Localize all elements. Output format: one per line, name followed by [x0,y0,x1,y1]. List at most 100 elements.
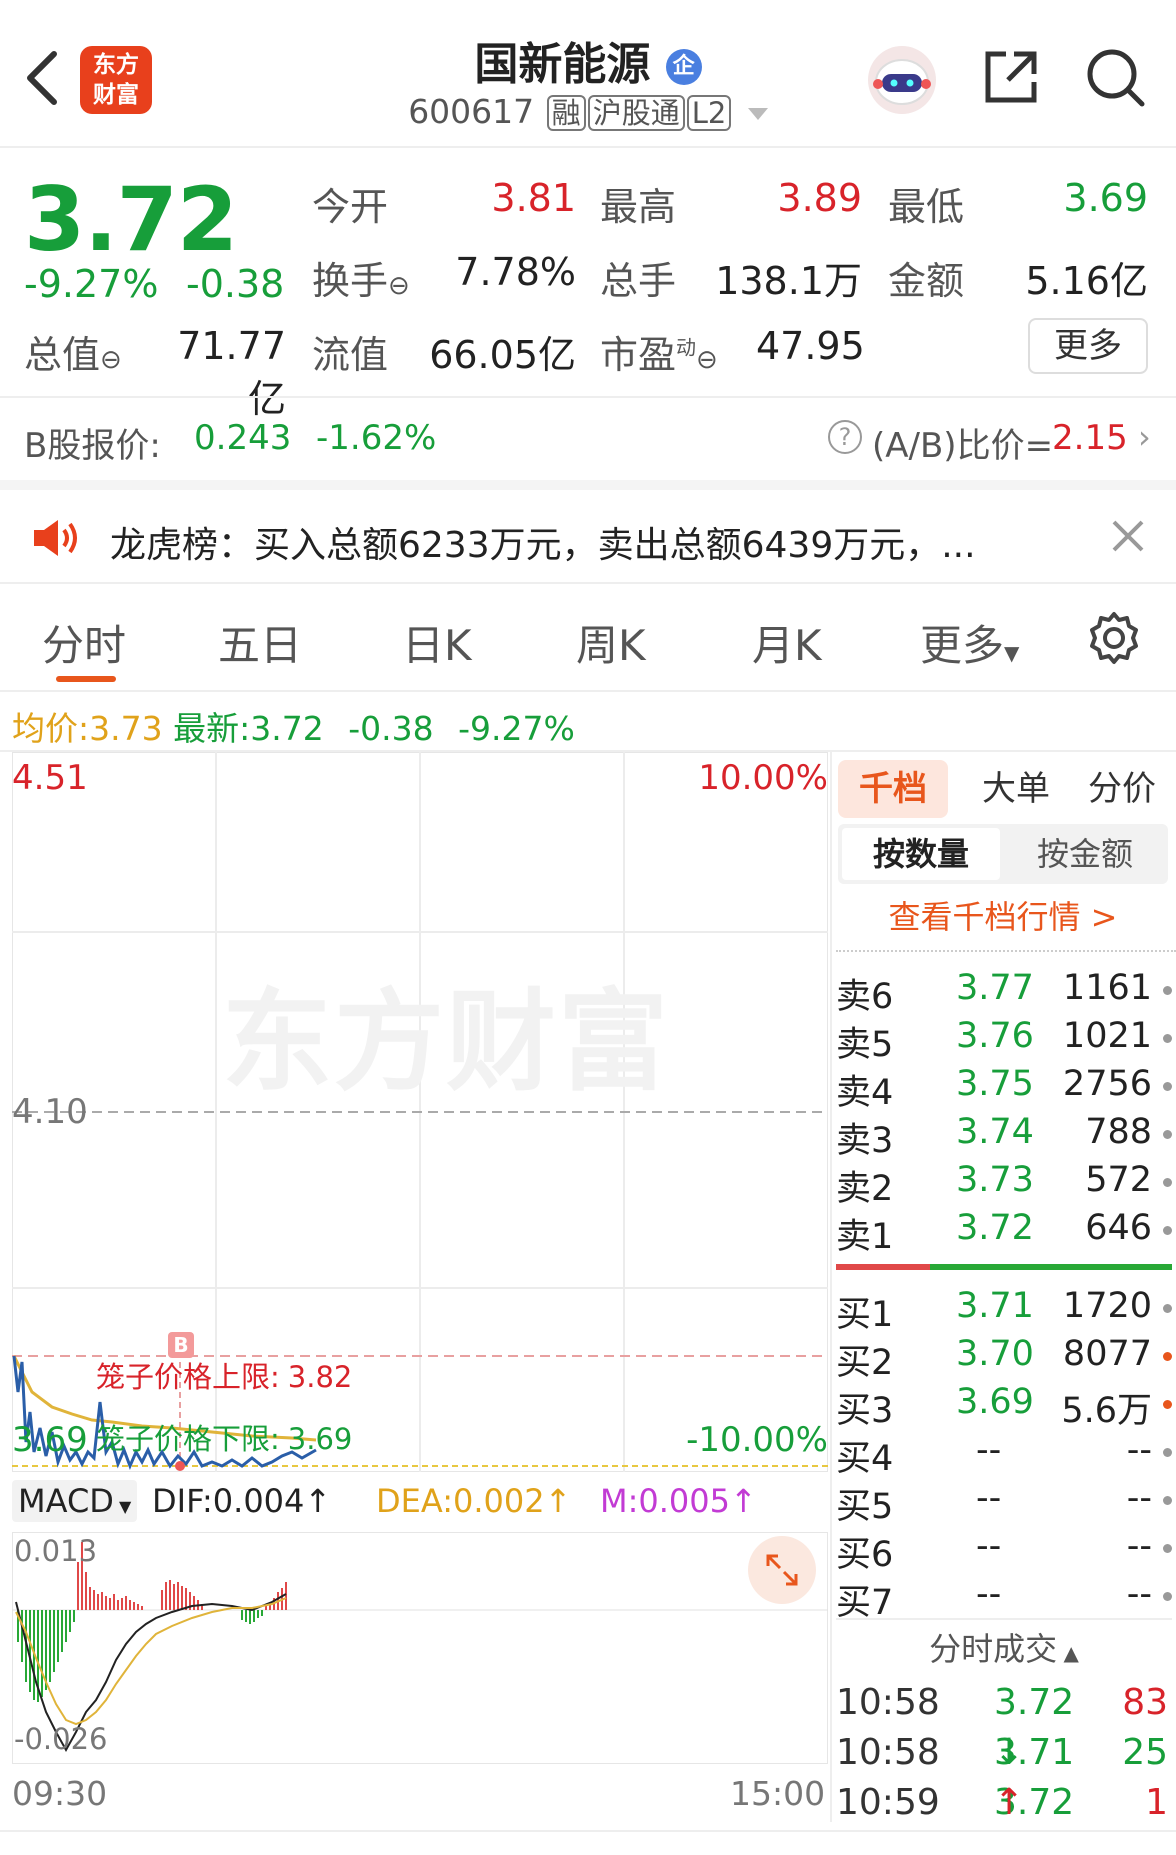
label-open: 今开 [312,185,389,229]
label-total-value: 总值⊖ [24,333,122,377]
close-icon[interactable] [1110,518,1146,558]
tab-intraday[interactable]: 分时 [42,612,126,673]
latest-pct: -9.27% [458,709,575,748]
value-amount: 5.16亿 [1025,259,1148,303]
ab-ratio-label: (A/B)比价= [872,426,1054,466]
info-icon[interactable]: ⊖ [696,345,718,375]
macd-dif: DIF:0.004↑ [152,1482,332,1520]
buy-row-4[interactable]: 买4 -- -- [836,1430,1172,1479]
tab-daily-k[interactable]: 日K [402,612,472,673]
avg-label: 均价: [12,709,90,748]
latest-change: -0.38 [348,709,434,748]
tab-weekly-k[interactable]: 周K [576,612,646,673]
tag-connect: 沪股通 [587,95,685,131]
label-amount: 金额 [888,259,965,303]
macd-selector[interactable]: MACD ▼ [12,1480,138,1522]
b-share-row[interactable]: B股报价: 0.243 -1.62% ? (A/B)比价= 2.15 › [0,398,1176,480]
sell-row-6[interactable]: 卖6 3.77 1161 [836,968,1172,1017]
orderbook-tab-big[interactable]: 大单 [964,760,1068,818]
change-value: -0.38 [186,262,285,306]
change-pct: -9.27% [24,262,159,306]
ticks-header[interactable]: 分时成交 ▲ [836,1618,1172,1678]
label-turnover: 换手⊖ [312,259,410,303]
label-float-value: 流值 [312,333,389,377]
macd-dea: DEA:0.002↑ [376,1482,572,1520]
orderbook-subtabs: 按数量 按金额 [838,824,1168,884]
stock-code: 600617 [408,92,535,131]
tab-five-day[interactable]: 五日 [218,612,302,673]
value-turnover: 7.78% [455,250,576,294]
y-label-mid: 4.10 [12,1092,88,1132]
b-share-price: 0.243 [194,418,292,458]
buy-row-2[interactable]: 买2 3.70 8077 [836,1334,1172,1383]
subtab-by-amount[interactable]: 按金额 [1006,828,1164,880]
b-share-label: B股报价: [24,426,161,466]
notice-text: 龙虎榜：买入总额6233万元，卖出总额6439万元，... [110,525,976,566]
orderbook-panel [830,752,832,1822]
tick-row: 10:58 3.71 ↓ 25 [836,1732,1168,1773]
info-icon[interactable]: ⊖ [388,271,410,301]
macd-y-bottom: -0.026 [14,1722,108,1756]
value-float-value: 66.05亿 [429,333,576,377]
buy-row-7[interactable]: 买7 -- -- [836,1574,1172,1623]
buy-row-1[interactable]: 买1 3.71 1720 [836,1286,1172,1335]
sell-row-1[interactable]: 卖1 3.72 646 [836,1208,1172,1257]
share-icon[interactable] [980,46,1042,108]
chart-watermark: 东方财富 [222,978,670,1106]
b-share-pct: -1.62% [316,418,437,458]
tag-margin: 融 [546,95,586,131]
notice-bar[interactable]: 龙虎榜：买入总额6233万元，卖出总额6439万元，... [0,480,1176,584]
help-icon[interactable]: ? [828,420,862,454]
buy-row-3[interactable]: 买3 3.69 5.6万 [836,1382,1172,1431]
expand-icon[interactable] [748,1536,816,1604]
avg-value: 3.73 [89,709,163,748]
orderbook-tab-price[interactable]: 分价 [1074,760,1170,818]
info-icon[interactable]: ⊖ [100,345,122,375]
sell-row-5[interactable]: 卖5 3.76 1021 [836,1016,1172,1065]
dropdown-icon[interactable] [747,107,768,120]
upper-limit-label: 笼子价格上限: 3.82 [96,1360,353,1394]
sell-row-4[interactable]: 卖4 3.75 2756 [836,1064,1172,1113]
view-depth-link[interactable]: 查看千档行情 > [838,892,1168,938]
tick-row: 10:58 3.72 83 [836,1682,1168,1723]
label-volume: 总手 [600,259,677,303]
caret-down-icon: ▼ [1004,641,1020,665]
y-label-bottom: 3.69 [12,1420,88,1460]
sell-row-3[interactable]: 卖3 3.74 788 [836,1112,1172,1161]
macd-chart[interactable]: 0.013 -0.026 [12,1532,828,1764]
more-button[interactable]: 更多 [1028,318,1148,374]
value-open: 3.81 [491,176,576,220]
avg-price-line: 均价:3.73 最新:3.72 -0.38 -9.27% [12,702,575,750]
value-volume: 138.1万 [715,259,862,303]
pct-label-top: 10.00% [698,758,828,798]
assistant-robot-icon[interactable] [866,44,938,116]
value-high: 3.89 [777,176,862,220]
tag-l2: L2 [686,95,732,131]
intraday-chart[interactable]: 东方财富 4.51 10.00% 4.10 3.69 -10.00% B 笼子价… [12,752,828,1472]
gear-icon[interactable] [1086,610,1142,670]
sell-row-2[interactable]: 卖2 3.73 572 [836,1160,1172,1209]
latest-value: 3.72 [250,709,324,748]
tab-active-indicator [56,676,116,682]
time-start: 09:30 [12,1774,108,1813]
subtab-by-qty[interactable]: 按数量 [842,828,1000,880]
latest-label: 最新: [173,709,251,748]
tab-more[interactable]: 更多▼ [920,612,1019,673]
search-icon[interactable] [1084,46,1148,110]
tab-monthly-k[interactable]: 月K [752,612,822,673]
label-low: 最低 [888,185,965,229]
orderbook-tab-1000[interactable]: 千档 [838,760,948,818]
stock-name: 国新能源 [474,39,651,90]
buy-row-5[interactable]: 买5 -- -- [836,1478,1172,1527]
macd-header: MACD ▼ DIF:0.004↑ DEA:0.002↑ M:0.005↑ [12,1474,828,1532]
enterprise-badge: 企 [665,49,702,85]
ab-ratio-value: 2.15 [1052,418,1128,458]
speaker-icon [30,516,80,564]
buy-row-6[interactable]: 买6 -- -- [836,1526,1172,1575]
pct-label-bottom: -10.00% [686,1420,828,1460]
tick-row: 10:59 3.72 ↑ 1 [836,1782,1168,1823]
lower-limit-label: 笼子价格下限: 3.69 [96,1422,353,1456]
label-pe: 市盈动⊖ [600,333,718,377]
chevron-right-icon: › [1138,418,1151,456]
caret-down-icon: ▼ [113,1497,132,1516]
